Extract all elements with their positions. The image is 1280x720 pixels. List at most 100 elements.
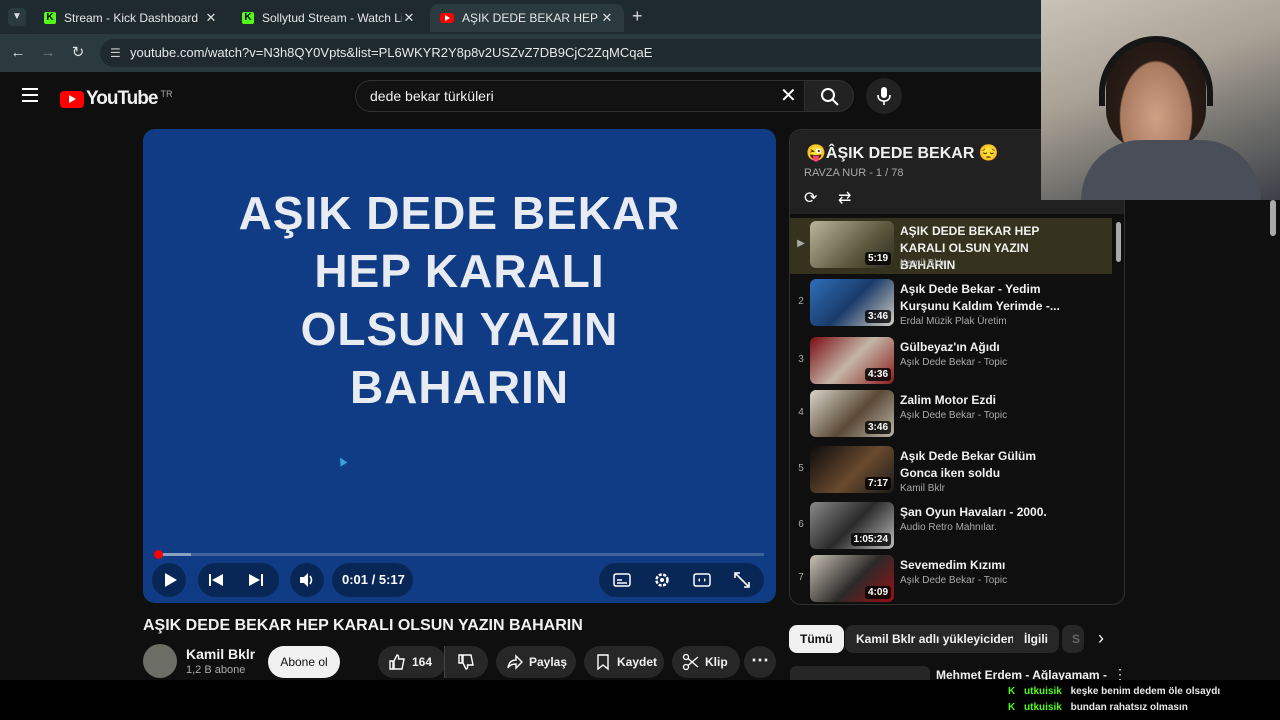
forward-arrow-icon[interactable]: →	[38, 43, 58, 63]
page-scrollbar[interactable]	[1270, 200, 1276, 236]
tab-title: AŞIK DEDE BEKAR HEP KARALI	[462, 11, 600, 25]
thumbs-up-icon	[389, 654, 405, 670]
thumbs-down-icon	[458, 654, 474, 670]
browser-tab-youtube-video[interactable]: AŞIK DEDE BEKAR HEP KARALI ✕	[430, 4, 624, 32]
chat-username: utkuisik	[1024, 686, 1062, 697]
save-button[interactable]: Kaydet	[584, 646, 664, 678]
channel-name[interactable]: Kamil Bklr	[186, 646, 255, 662]
subscribe-button[interactable]: Abone ol	[268, 646, 340, 678]
fullscreen-icon[interactable]	[733, 571, 751, 589]
youtube-play-logo-icon	[60, 90, 84, 108]
playlist-item[interactable]: ▶ 5:19 AŞIK DEDE BEKAR HEP KARALI OLSUN …	[790, 218, 1112, 274]
next-icon[interactable]	[247, 571, 265, 589]
playlist-item-index: 2	[798, 296, 804, 307]
share-arrow-icon	[507, 654, 523, 670]
stream-chat-overlay: K utkuisik keşke benim dedem öle olsaydı…	[0, 680, 1280, 720]
video-frame-text: AŞIK DEDE BEKAR HEP KARALI OLSUN YAZIN B…	[143, 184, 776, 416]
time-display: 0:01 / 5:17	[342, 572, 405, 587]
video-thumbnail: 3:46	[810, 390, 894, 437]
hamburger-menu-icon[interactable]	[22, 88, 38, 102]
close-tab-icon[interactable]: ✕	[204, 10, 218, 26]
volume-icon[interactable]	[298, 571, 316, 589]
video-duration: 1:05:24	[850, 533, 891, 546]
kick-icon: K	[44, 12, 56, 24]
new-tab-icon[interactable]: +	[632, 6, 643, 27]
playlist-item-channel: Kamil Bklr	[900, 483, 946, 494]
playlist-item-channel: Audio Retro Mahnılar.	[900, 522, 997, 533]
channel-avatar[interactable]	[143, 644, 177, 678]
bookmark-icon	[597, 654, 609, 671]
playlist-item-channel: Aşık Dede Bekar - Topic	[900, 357, 1008, 368]
tab-title: Stream - Kick Dashboard	[64, 11, 199, 25]
progress-bar[interactable]	[153, 550, 764, 559]
close-tab-icon[interactable]: ✕	[600, 10, 614, 26]
playlist-item-index: ▶	[797, 238, 805, 249]
close-tab-icon[interactable]: ✕	[402, 10, 416, 26]
video-player[interactable]: AŞIK DEDE BEKAR HEP KARALI OLSUN YAZIN B…	[143, 129, 776, 603]
video-frame-line: AŞIK DEDE BEKAR	[238, 187, 681, 239]
subtitles-icon[interactable]	[613, 571, 631, 589]
microphone-icon	[877, 87, 891, 105]
tab-search-dropdown[interactable]: ▼	[8, 8, 26, 26]
youtube-icon	[440, 13, 454, 23]
playlist-item[interactable]: 6 1:05:24 Şan Oyun Havaları - 2000. Audi…	[790, 499, 1112, 555]
chip-more[interactable]: S	[1062, 625, 1084, 653]
save-label: Kaydet	[617, 655, 658, 669]
progress-scrubber[interactable]	[153, 550, 163, 559]
playlist-title[interactable]: 😜ÂŞIK DEDE BEKAR 😔	[806, 143, 999, 163]
loop-icon[interactable]: ⟳	[804, 188, 817, 208]
playlist-item-index: 6	[798, 519, 804, 530]
share-label: Paylaş	[529, 655, 568, 669]
search-icon	[821, 88, 839, 106]
playlist-item-index: 4	[798, 407, 804, 418]
related-thumbnail[interactable]	[790, 666, 930, 680]
voice-search-button[interactable]	[866, 78, 902, 114]
search-button[interactable]	[804, 80, 854, 112]
like-button[interactable]: 164	[378, 646, 446, 678]
mouse-cursor-icon	[336, 455, 348, 467]
browser-tab-sollytud-stream[interactable]: K Sollytud Stream - Watch Live o ✕	[232, 4, 426, 32]
clear-search-icon[interactable]: ✕	[780, 86, 797, 106]
more-actions-button[interactable]: ⋯	[744, 646, 776, 678]
theater-mode-icon[interactable]	[693, 571, 711, 589]
search-input[interactable]: dede bekar türküleri	[355, 80, 805, 112]
playlist-item[interactable]: 2 3:46 Aşık Dede Bekar - Yedim Kurşunu K…	[790, 276, 1112, 332]
kick-badge-icon: K	[1008, 686, 1016, 697]
clip-button[interactable]: Klip	[672, 646, 740, 678]
chat-message: K utkuisik bundan rahatsız olmasın	[1008, 702, 1188, 713]
shuffle-icon[interactable]: ⇄	[838, 188, 851, 208]
site-info-icon[interactable]: ☰	[110, 39, 121, 67]
previous-icon[interactable]	[207, 571, 225, 589]
playlist-subtitle: RAVZA NUR - 1 / 78	[804, 167, 904, 179]
chip-related[interactable]: İlgili	[1013, 625, 1059, 653]
search-value: dede bekar türküleri	[370, 88, 494, 104]
reload-icon[interactable]: ↻	[68, 43, 88, 63]
playlist-item-index: 7	[798, 572, 804, 583]
url-text: youtube.com/watch?v=N3h8QY0Vpts&list=PL6…	[130, 45, 653, 60]
settings-gear-icon[interactable]	[653, 571, 671, 589]
playlist-item-title: Sevemedim Kızımı	[900, 558, 1006, 572]
playlist-item-channel: Aşık Dede Bekar - Topic	[900, 410, 1008, 421]
chevron-right-icon[interactable]: ›	[1098, 628, 1104, 649]
back-arrow-icon[interactable]: ←	[8, 43, 28, 63]
playlist-item[interactable]: 4 3:46 Zalim Motor Ezdi Aşık Dede Bekar …	[790, 387, 1112, 443]
youtube-logo[interactable]: YouTube TR	[60, 88, 172, 110]
playlist-scrollbar[interactable]	[1116, 222, 1121, 262]
play-icon[interactable]	[161, 571, 179, 589]
playlist-item[interactable]: 3 4:36 Gülbeyaz'ın Ağıdı Aşık Dede Bekar…	[790, 334, 1112, 390]
playlist-item[interactable]: 5 7:17 Aşık Dede Bekar Gülüm Gonca iken …	[790, 443, 1112, 499]
chat-text: bundan rahatsız olmasın	[1070, 702, 1188, 713]
video-thumbnail: 7:17	[810, 446, 894, 493]
dislike-button[interactable]	[444, 646, 488, 678]
browser-tab-kick-dashboard[interactable]: K Stream - Kick Dashboard ✕	[34, 4, 228, 32]
chip-from-uploader[interactable]: Kamil Bklr adlı yükleyiciden	[845, 625, 1026, 653]
playlist-item-title: Zalim Motor Ezdi	[900, 393, 996, 407]
share-button[interactable]: Paylaş	[496, 646, 576, 678]
video-duration: 7:17	[864, 477, 891, 490]
video-thumbnail: 4:36	[810, 337, 894, 384]
playlist-item[interactable]: 7 4:09 Sevemedim Kızımı Aşık Dede Bekar …	[790, 552, 1112, 604]
chip-all[interactable]: Tümü	[789, 625, 844, 653]
playlist-item-title: Aşık Dede Bekar Gülüm Gonca iken soldu	[900, 449, 1037, 480]
video-thumbnail: 3:46	[810, 279, 894, 326]
playlist-item-channel: Aşık Dede Bekar - Topic	[900, 575, 1008, 586]
